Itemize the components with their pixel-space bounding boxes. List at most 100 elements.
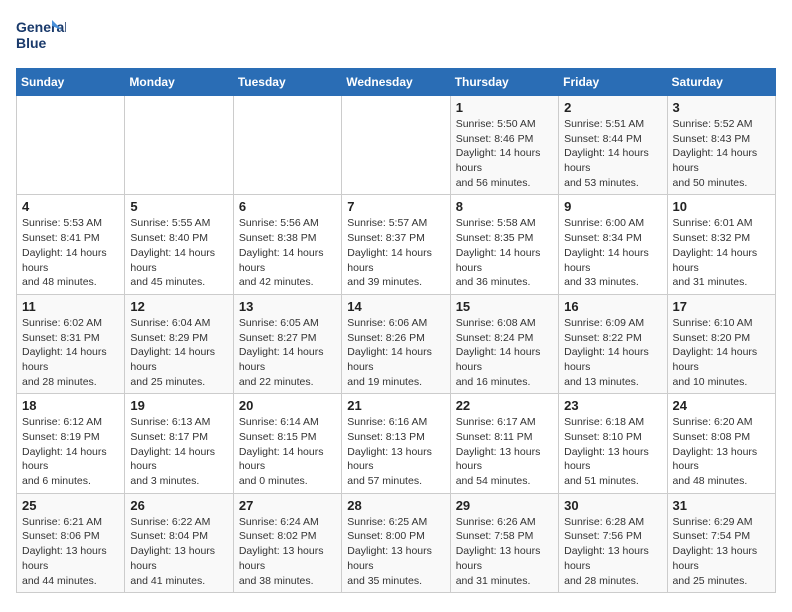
day-number: 4 <box>22 199 119 214</box>
day-number: 21 <box>347 398 444 413</box>
day-cell: 18 Sunrise: 6:12 AMSunset: 8:19 PMDayligh… <box>17 394 125 493</box>
calendar-table: SundayMondayTuesdayWednesdayThursdayFrid… <box>16 68 776 593</box>
day-number: 2 <box>564 100 661 115</box>
day-cell: 30 Sunrise: 6:28 AMSunset: 7:56 PMDayligh… <box>559 493 667 592</box>
day-cell: 9 Sunrise: 6:00 AMSunset: 8:34 PMDaylight… <box>559 195 667 294</box>
day-info: Sunrise: 6:14 AMSunset: 8:15 PMDaylight:… <box>239 415 336 488</box>
logo: General Blue <box>16 16 66 58</box>
day-info: Sunrise: 6:16 AMSunset: 8:13 PMDaylight:… <box>347 415 444 488</box>
day-cell: 17Sunrise: 6:10 AMSunset: 8:20 PMDayligh… <box>667 294 775 393</box>
day-info: Sunrise: 5:50 AMSunset: 8:46 PMDaylight:… <box>456 117 553 190</box>
day-number: 1 <box>456 100 553 115</box>
weekday-saturday: Saturday <box>667 69 775 96</box>
day-info: Sunrise: 6:18 AMSunset: 8:10 PMDaylight:… <box>564 415 661 488</box>
day-cell: 24 Sunrise: 6:20 AMSunset: 8:08 PMDayligh… <box>667 394 775 493</box>
page-header: General Blue <box>16 16 776 58</box>
day-number: 15 <box>456 299 553 314</box>
day-cell: 14Sunrise: 6:06 AMSunset: 8:26 PMDayligh… <box>342 294 450 393</box>
day-number: 28 <box>347 498 444 513</box>
day-number: 20 <box>239 398 336 413</box>
day-cell <box>125 96 233 195</box>
weekday-friday: Friday <box>559 69 667 96</box>
day-info: Sunrise: 5:56 AMSunset: 8:38 PMDaylight:… <box>239 216 336 289</box>
day-info: Sunrise: 6:12 AMSunset: 8:19 PMDaylight:… <box>22 415 119 488</box>
day-info: Sunrise: 6:05 AMSunset: 8:27 PMDaylight:… <box>239 316 336 389</box>
weekday-wednesday: Wednesday <box>342 69 450 96</box>
day-number: 3 <box>673 100 770 115</box>
day-cell: 6 Sunrise: 5:56 AMSunset: 8:38 PMDaylight… <box>233 195 341 294</box>
day-number: 13 <box>239 299 336 314</box>
day-number: 12 <box>130 299 227 314</box>
day-number: 26 <box>130 498 227 513</box>
day-number: 7 <box>347 199 444 214</box>
day-info: Sunrise: 5:57 AMSunset: 8:37 PMDaylight:… <box>347 216 444 289</box>
day-info: Sunrise: 5:53 AMSunset: 8:41 PMDaylight:… <box>22 216 119 289</box>
day-cell: 10Sunrise: 6:01 AMSunset: 8:32 PMDayligh… <box>667 195 775 294</box>
day-info: Sunrise: 6:09 AMSunset: 8:22 PMDaylight:… <box>564 316 661 389</box>
day-info: Sunrise: 6:02 AMSunset: 8:31 PMDaylight:… <box>22 316 119 389</box>
day-number: 5 <box>130 199 227 214</box>
day-info: Sunrise: 6:04 AMSunset: 8:29 PMDaylight:… <box>130 316 227 389</box>
day-cell: 27 Sunrise: 6:24 AMSunset: 8:02 PMDayligh… <box>233 493 341 592</box>
weekday-tuesday: Tuesday <box>233 69 341 96</box>
weekday-monday: Monday <box>125 69 233 96</box>
day-cell: 25 Sunrise: 6:21 AMSunset: 8:06 PMDayligh… <box>17 493 125 592</box>
day-cell: 7 Sunrise: 5:57 AMSunset: 8:37 PMDaylight… <box>342 195 450 294</box>
day-cell: 23 Sunrise: 6:18 AMSunset: 8:10 PMDayligh… <box>559 394 667 493</box>
day-cell <box>342 96 450 195</box>
day-cell: 16 Sunrise: 6:09 AMSunset: 8:22 PMDayligh… <box>559 294 667 393</box>
day-info: Sunrise: 6:24 AMSunset: 8:02 PMDaylight:… <box>239 515 336 588</box>
day-number: 23 <box>564 398 661 413</box>
day-info: Sunrise: 6:20 AMSunset: 8:08 PMDaylight:… <box>673 415 770 488</box>
day-cell: 11Sunrise: 6:02 AMSunset: 8:31 PMDayligh… <box>17 294 125 393</box>
day-info: Sunrise: 6:29 AMSunset: 7:54 PMDaylight:… <box>673 515 770 588</box>
day-cell: 15 Sunrise: 6:08 AMSunset: 8:24 PMDayligh… <box>450 294 558 393</box>
day-info: Sunrise: 6:21 AMSunset: 8:06 PMDaylight:… <box>22 515 119 588</box>
day-cell: 31 Sunrise: 6:29 AMSunset: 7:54 PMDayligh… <box>667 493 775 592</box>
weekday-sunday: Sunday <box>17 69 125 96</box>
day-info: Sunrise: 6:17 AMSunset: 8:11 PMDaylight:… <box>456 415 553 488</box>
day-info: Sunrise: 5:58 AMSunset: 8:35 PMDaylight:… <box>456 216 553 289</box>
day-number: 30 <box>564 498 661 513</box>
day-cell: 8 Sunrise: 5:58 AMSunset: 8:35 PMDaylight… <box>450 195 558 294</box>
day-cell: 5 Sunrise: 5:55 AMSunset: 8:40 PMDaylight… <box>125 195 233 294</box>
day-number: 9 <box>564 199 661 214</box>
day-cell: 12 Sunrise: 6:04 AMSunset: 8:29 PMDayligh… <box>125 294 233 393</box>
weekday-header-row: SundayMondayTuesdayWednesdayThursdayFrid… <box>17 69 776 96</box>
day-info: Sunrise: 6:22 AMSunset: 8:04 PMDaylight:… <box>130 515 227 588</box>
day-info: Sunrise: 6:28 AMSunset: 7:56 PMDaylight:… <box>564 515 661 588</box>
day-info: Sunrise: 6:08 AMSunset: 8:24 PMDaylight:… <box>456 316 553 389</box>
weekday-thursday: Thursday <box>450 69 558 96</box>
day-cell: 2 Sunrise: 5:51 AMSunset: 8:44 PMDaylight… <box>559 96 667 195</box>
day-cell <box>17 96 125 195</box>
logo-svg: General Blue <box>16 16 66 58</box>
day-cell: 1 Sunrise: 5:50 AMSunset: 8:46 PMDaylight… <box>450 96 558 195</box>
day-number: 19 <box>130 398 227 413</box>
day-info: Sunrise: 5:52 AMSunset: 8:43 PMDaylight:… <box>673 117 770 190</box>
day-info: Sunrise: 6:25 AMSunset: 8:00 PMDaylight:… <box>347 515 444 588</box>
day-number: 31 <box>673 498 770 513</box>
day-cell: 26 Sunrise: 6:22 AMSunset: 8:04 PMDayligh… <box>125 493 233 592</box>
day-number: 16 <box>564 299 661 314</box>
day-number: 24 <box>673 398 770 413</box>
day-cell: 21 Sunrise: 6:16 AMSunset: 8:13 PMDayligh… <box>342 394 450 493</box>
day-number: 10 <box>673 199 770 214</box>
day-cell: 22Sunrise: 6:17 AMSunset: 8:11 PMDayligh… <box>450 394 558 493</box>
day-number: 29 <box>456 498 553 513</box>
day-info: Sunrise: 6:06 AMSunset: 8:26 PMDaylight:… <box>347 316 444 389</box>
day-info: Sunrise: 5:51 AMSunset: 8:44 PMDaylight:… <box>564 117 661 190</box>
week-row-4: 18 Sunrise: 6:12 AMSunset: 8:19 PMDayligh… <box>17 394 776 493</box>
week-row-5: 25 Sunrise: 6:21 AMSunset: 8:06 PMDayligh… <box>17 493 776 592</box>
day-number: 27 <box>239 498 336 513</box>
week-row-1: 1 Sunrise: 5:50 AMSunset: 8:46 PMDaylight… <box>17 96 776 195</box>
day-number: 18 <box>22 398 119 413</box>
day-number: 6 <box>239 199 336 214</box>
day-cell: 3 Sunrise: 5:52 AMSunset: 8:43 PMDaylight… <box>667 96 775 195</box>
day-info: Sunrise: 5:55 AMSunset: 8:40 PMDaylight:… <box>130 216 227 289</box>
day-cell: 19Sunrise: 6:13 AMSunset: 8:17 PMDayligh… <box>125 394 233 493</box>
day-number: 25 <box>22 498 119 513</box>
day-info: Sunrise: 6:00 AMSunset: 8:34 PMDaylight:… <box>564 216 661 289</box>
day-cell: 28 Sunrise: 6:25 AMSunset: 8:00 PMDayligh… <box>342 493 450 592</box>
day-number: 8 <box>456 199 553 214</box>
day-info: Sunrise: 6:10 AMSunset: 8:20 PMDaylight:… <box>673 316 770 389</box>
